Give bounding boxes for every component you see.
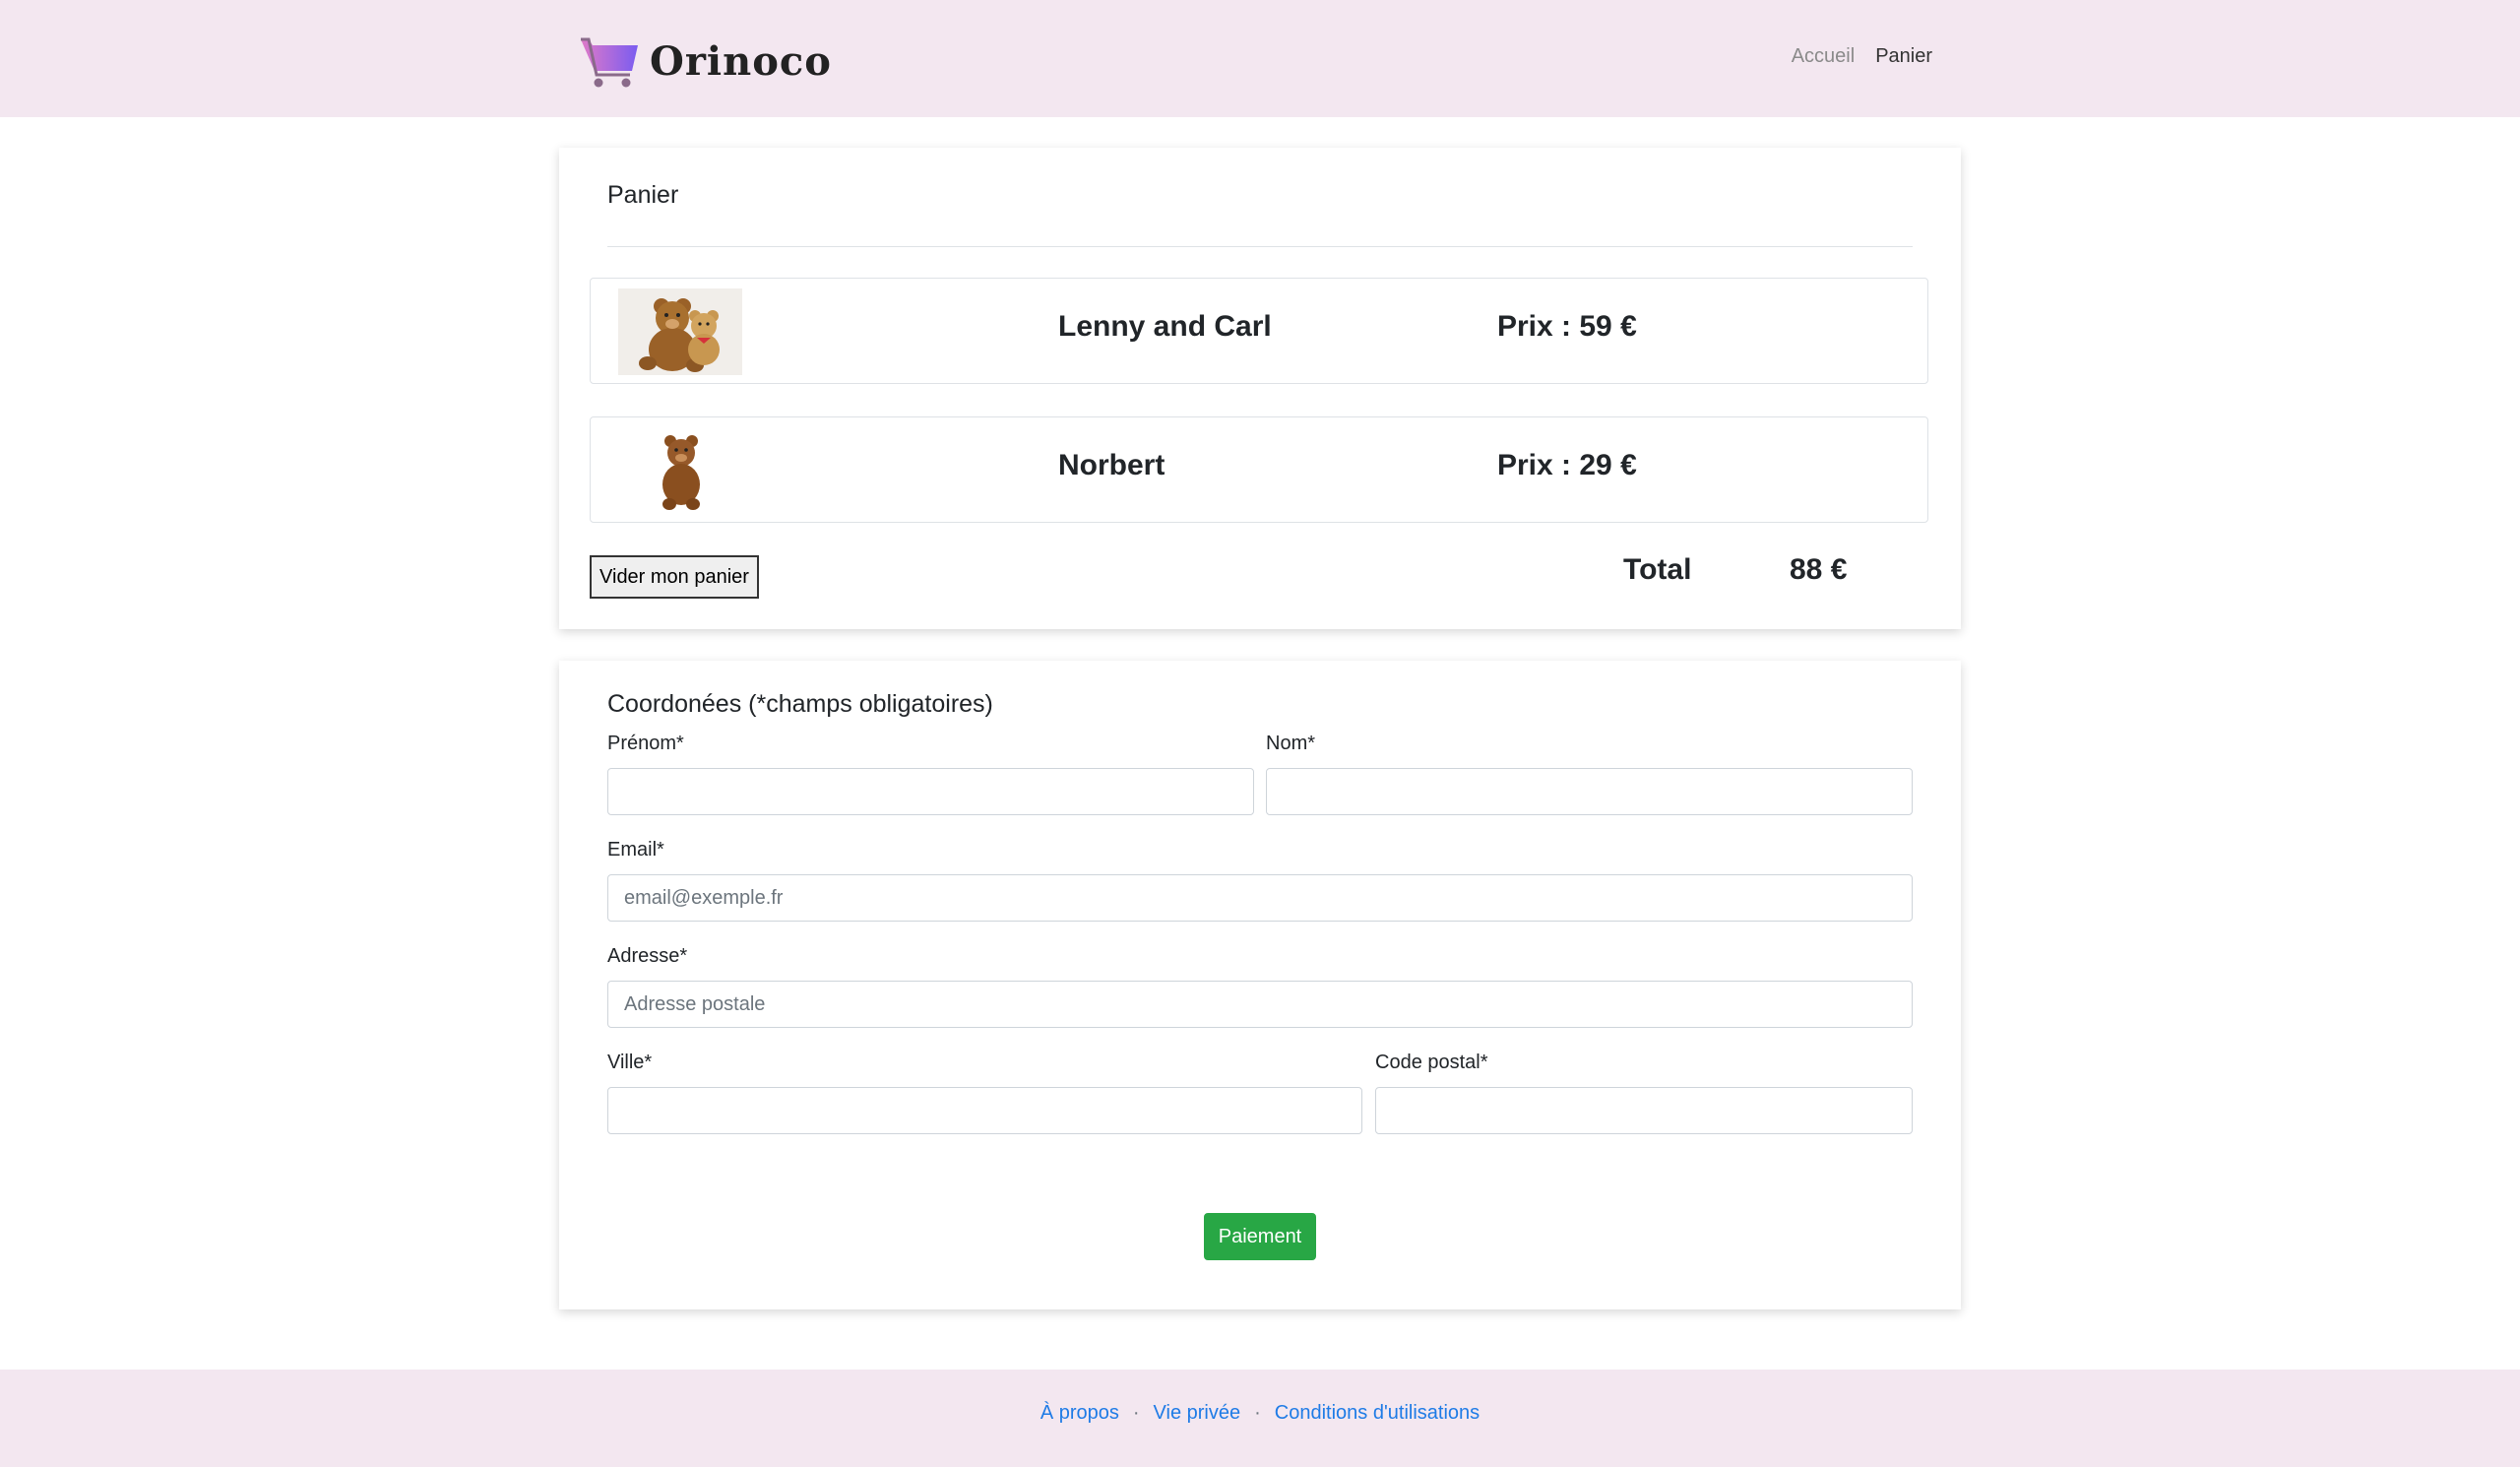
firstname-label: Prénom* bbox=[607, 733, 684, 754]
city-field[interactable] bbox=[607, 1087, 1362, 1134]
main-nav: Accueil Panier bbox=[1792, 45, 1932, 68]
footer-link-about[interactable]: À propos bbox=[1040, 1402, 1119, 1424]
cart-card: Panier Lenny and Carl Prix: 59 € Norber… bbox=[559, 148, 1961, 629]
cart-item: Norbert Prix : 29 € bbox=[590, 416, 1928, 523]
footer-links: À propos · Vie privée · Conditions d'utilisa… bbox=[0, 1402, 2520, 1425]
nav-link-panier[interactable]: Panier bbox=[1875, 45, 1932, 68]
email-field[interactable] bbox=[607, 874, 1913, 922]
empty-cart-button[interactable]: Vider mon panier bbox=[590, 555, 759, 599]
cart-title: Panier bbox=[607, 181, 679, 209]
footer-separator: · bbox=[1254, 1402, 1261, 1424]
form-title: Coordonées (*champs obligatoires) bbox=[607, 690, 993, 718]
city-label: Ville* bbox=[607, 1052, 653, 1073]
divider bbox=[607, 246, 1913, 247]
postal-code-label: Code postal* bbox=[1375, 1052, 1488, 1073]
teddy-bears-pair-photo bbox=[618, 288, 742, 375]
email-label: Email* bbox=[607, 839, 664, 861]
address-label: Adresse* bbox=[607, 945, 688, 967]
nav-link-accueil[interactable]: Accueil bbox=[1792, 45, 1855, 68]
footer-link-privacy[interactable]: Vie privée bbox=[1154, 1402, 1241, 1424]
teddy-bear-photo bbox=[618, 427, 742, 514]
total-label: Total bbox=[1623, 553, 1692, 586]
item-price: Prix : 29 € bbox=[1497, 449, 1637, 481]
navbar: Orinoco Accueil Panier bbox=[0, 0, 2520, 117]
footer-separator: · bbox=[1132, 1402, 1140, 1424]
contact-form-card: Coordonées (*champs obligatoires) Prénom… bbox=[559, 661, 1961, 1309]
brand-name: Orinoco bbox=[650, 37, 832, 85]
footer-link-terms[interactable]: Conditions d'utilisations bbox=[1275, 1402, 1480, 1424]
item-price: Prix : 59 € bbox=[1497, 310, 1637, 343]
item-name: Lenny and Carl bbox=[1058, 310, 1272, 343]
cart-item: Lenny and Carl Prix : 59 € bbox=[590, 278, 1928, 384]
lastname-label: Nom* bbox=[1266, 733, 1316, 754]
brand-logo-link[interactable]: Orinoco bbox=[579, 33, 832, 89]
postal-code-field[interactable] bbox=[1375, 1087, 1913, 1134]
item-name: Norbert bbox=[1058, 449, 1166, 481]
firstname-field[interactable] bbox=[607, 768, 1254, 815]
address-field[interactable] bbox=[607, 981, 1913, 1028]
footer: À propos · Vie privée · Conditions d'utilisa… bbox=[0, 1370, 2520, 1467]
lastname-field[interactable] bbox=[1266, 768, 1913, 815]
total-value: 88 € bbox=[1790, 553, 1848, 586]
payment-button[interactable]: Paiement bbox=[1204, 1213, 1316, 1260]
shopping-cart-icon bbox=[579, 33, 640, 89]
